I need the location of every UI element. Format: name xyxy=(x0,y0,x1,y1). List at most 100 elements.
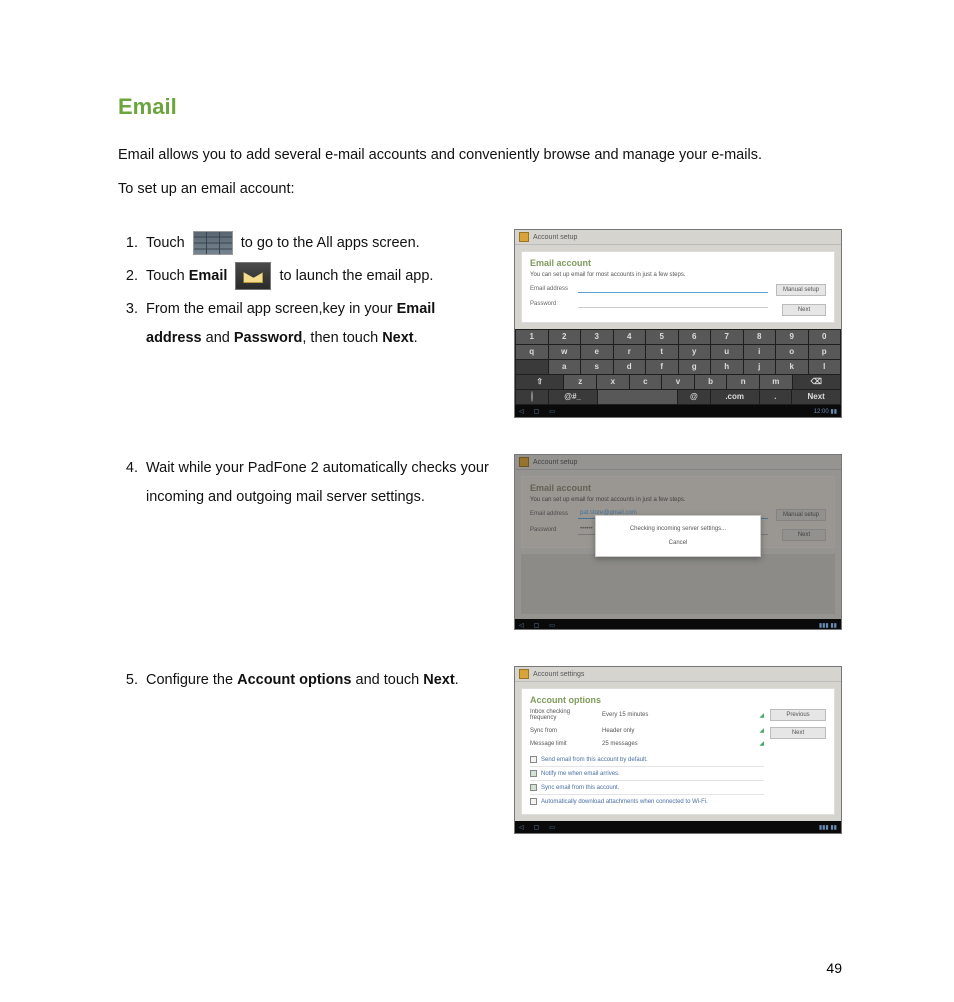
key-x[interactable]: x xyxy=(597,375,629,389)
key-.com[interactable]: .com xyxy=(711,390,759,404)
opt-sync-from[interactable]: Sync fromHeader only◢ xyxy=(530,727,764,734)
step3-e: , then touch xyxy=(302,330,382,346)
opt-msg-limit[interactable]: Message limit25 messages◢ xyxy=(530,740,764,747)
panel-heading: Email account xyxy=(530,258,826,268)
key-m[interactable]: m xyxy=(760,375,792,389)
screenshot-checking-server: Account setup Email account You can set … xyxy=(514,454,842,630)
recent-icon[interactable]: ▭ xyxy=(549,622,555,629)
key-u[interactable]: u xyxy=(711,345,743,359)
next-button[interactable]: Next xyxy=(782,529,826,541)
key-d[interactable]: d xyxy=(614,360,646,374)
step5-c: and touch xyxy=(351,672,423,688)
recent-icon[interactable]: ▭ xyxy=(549,408,555,415)
step-4: 4. Wait while your PadFone 2 automatical… xyxy=(118,454,494,512)
window-title: Account setup xyxy=(533,234,577,241)
key-v[interactable]: v xyxy=(662,375,694,389)
step3-c: and xyxy=(202,330,234,346)
key-@#_[interactable]: @#_ xyxy=(549,390,597,404)
key-c[interactable]: c xyxy=(630,375,662,389)
checking-modal: Checking incoming server settings... Can… xyxy=(595,515,761,557)
key-1[interactable]: 1 xyxy=(516,330,548,344)
screenshot-account-options: Account settings Account options Inbox c… xyxy=(514,666,842,834)
key-2[interactable]: 2 xyxy=(549,330,581,344)
key-i[interactable]: i xyxy=(744,345,776,359)
home-icon[interactable]: ▢ xyxy=(534,622,540,629)
key-b[interactable]: b xyxy=(695,375,727,389)
key-o[interactable]: o xyxy=(776,345,808,359)
home-icon[interactable]: ▢ xyxy=(534,408,540,415)
key-q[interactable]: q xyxy=(516,345,548,359)
key-3[interactable]: 3 xyxy=(581,330,613,344)
email-input[interactable] xyxy=(578,284,768,293)
key-h[interactable]: h xyxy=(711,360,743,374)
chk-sync-email[interactable]: Sync email from this account. xyxy=(530,781,764,795)
panel-sub: You can set up email for most accounts i… xyxy=(530,272,826,278)
key-g[interactable]: g xyxy=(679,360,711,374)
step5-b: Account options xyxy=(237,672,351,688)
key-w[interactable]: w xyxy=(549,345,581,359)
manual-setup-button[interactable]: Manual setup xyxy=(776,284,826,296)
key-l[interactable]: l xyxy=(809,360,841,374)
globe-icon[interactable] xyxy=(516,390,548,404)
key-6[interactable]: 6 xyxy=(679,330,711,344)
step2-email-bold: Email xyxy=(189,268,228,284)
onscreen-keyboard[interactable]: 1234567890 qwertyuiop asdfghjkl ⇧zxcvbnm… xyxy=(515,329,841,405)
key-.[interactable]: . xyxy=(760,390,792,404)
setup-intro: To set up an email account: xyxy=(118,181,842,197)
page-number: 49 xyxy=(826,960,842,976)
chk-default-account[interactable]: Send email from this account by default. xyxy=(530,753,764,767)
step3-f: Next xyxy=(382,330,413,346)
key-k[interactable]: k xyxy=(776,360,808,374)
back-icon[interactable]: ◁ xyxy=(519,824,524,831)
chk-notify[interactable]: Notify me when email arrives. xyxy=(530,767,764,781)
key-Next[interactable]: Next xyxy=(792,390,840,404)
key-9[interactable]: 9 xyxy=(776,330,808,344)
key-space[interactable] xyxy=(598,390,678,404)
modal-cancel-button[interactable]: Cancel xyxy=(606,540,750,546)
window-title: Account settings xyxy=(533,671,584,678)
password-input[interactable] xyxy=(578,299,768,308)
key-e[interactable]: e xyxy=(581,345,613,359)
key-n[interactable]: n xyxy=(727,375,759,389)
password-label: Password xyxy=(530,527,572,533)
window-title: Account setup xyxy=(533,459,577,466)
step3-g: . xyxy=(414,330,418,346)
key-f[interactable]: f xyxy=(646,360,678,374)
manual-setup-button[interactable]: Manual setup xyxy=(776,509,826,521)
dropdown-icon: ◢ xyxy=(759,740,764,747)
key-at[interactable]: @ xyxy=(678,390,710,404)
step5-e: . xyxy=(455,672,459,688)
home-icon[interactable]: ▢ xyxy=(534,824,540,831)
key-⌫[interactable]: ⌫ xyxy=(793,375,840,389)
previous-button[interactable]: Previous xyxy=(770,709,826,721)
dropdown-icon: ◢ xyxy=(759,727,764,734)
recent-icon[interactable]: ▭ xyxy=(549,824,555,831)
key-7[interactable]: 7 xyxy=(711,330,743,344)
key-p[interactable]: p xyxy=(809,345,841,359)
screenshot-email-setup-keyboard: Account setup Email account You can set … xyxy=(514,229,842,418)
next-button[interactable]: Next xyxy=(770,727,826,739)
key-z[interactable]: z xyxy=(564,375,596,389)
key-5[interactable]: 5 xyxy=(646,330,678,344)
key-enter[interactable] xyxy=(516,360,548,374)
key-a[interactable]: a xyxy=(549,360,581,374)
key-0[interactable]: 0 xyxy=(809,330,841,344)
key-y[interactable]: y xyxy=(679,345,711,359)
opt-frequency[interactable]: Inbox checking frequencyEvery 15 minutes… xyxy=(530,709,764,721)
chk-auto-download[interactable]: Automatically download attachments when … xyxy=(530,795,764,808)
system-navbar: ◁ ▢ ▭ ▮▮▮ ▮▮ xyxy=(515,619,841,630)
key-s[interactable]: s xyxy=(581,360,613,374)
key-t[interactable]: t xyxy=(646,345,678,359)
email-app-icon xyxy=(235,262,271,290)
panel-heading: Email account xyxy=(530,483,826,493)
all-apps-icon xyxy=(193,231,233,255)
key-8[interactable]: 8 xyxy=(744,330,776,344)
next-button[interactable]: Next xyxy=(782,304,826,316)
intro-text: Email allows you to add several e-mail a… xyxy=(118,144,842,167)
back-icon[interactable]: ◁ xyxy=(519,622,524,629)
key-j[interactable]: j xyxy=(744,360,776,374)
key-⇧[interactable]: ⇧ xyxy=(516,375,563,389)
back-icon[interactable]: ◁ xyxy=(519,408,524,415)
key-4[interactable]: 4 xyxy=(614,330,646,344)
key-r[interactable]: r xyxy=(614,345,646,359)
